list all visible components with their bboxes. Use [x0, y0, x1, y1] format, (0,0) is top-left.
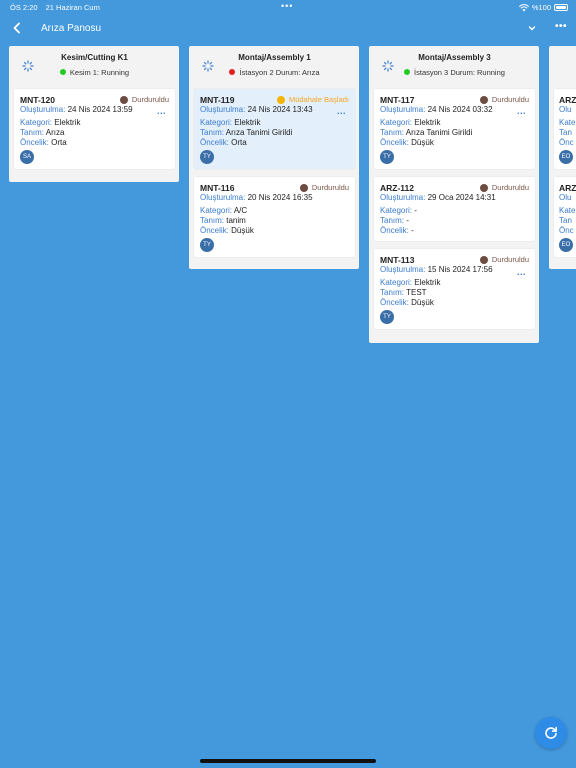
- avatar: SA: [20, 150, 34, 164]
- card-more-button[interactable]: ...: [157, 106, 166, 116]
- card-created: 20 Nis 2024 16:35: [247, 193, 313, 202]
- battery-percent: %100: [531, 3, 551, 12]
- card-id: MNT-116: [200, 182, 235, 193]
- card-id: MNT-120: [20, 94, 55, 105]
- avatar: TY: [380, 150, 394, 164]
- card-id: ARZ-112: [380, 182, 415, 193]
- battery-icon: [554, 4, 568, 11]
- status-badge: Müdahale Başladı: [276, 95, 349, 104]
- card-created: 29 Oca 2024 14:31: [427, 193, 496, 202]
- card-id: MNT-113: [380, 254, 415, 265]
- chevron-left-icon: [13, 22, 20, 34]
- status-badge: Durduruldu: [479, 183, 529, 192]
- card-created: 15 Nis 2024 17:56: [427, 265, 493, 274]
- status-dot: [59, 69, 66, 75]
- avatar: TY: [200, 150, 214, 164]
- status-badge: Durduruldu: [299, 183, 349, 192]
- column-header: Montaj/Assembly 1 İstasyon 2 Durum: Arız…: [194, 52, 355, 84]
- card-id: ARZ: [559, 182, 576, 193]
- column-title: Montaj/Assembly 1: [238, 53, 311, 62]
- fault-card[interactable]: MNT-117 Durduruldu Oluşturulma: 24 Nis 2…: [374, 89, 535, 169]
- board-column: Montaj/Assembly 3 İstasyon 3 Durum: Runn…: [369, 46, 539, 343]
- board-column: Montaj/Assembly 1 İstasyon 2 Durum: Arız…: [189, 46, 359, 269]
- status-date: 21 Haziran Cum: [45, 3, 100, 12]
- board-column-partial: ARZ Olu Kate Tan Önc EO ARZ Olu Kate Tan…: [549, 46, 576, 269]
- avatar: TY: [200, 238, 214, 252]
- column-header: Kesim/Cutting K1 Kesim 1: Running: [14, 52, 175, 84]
- home-indicator[interactable]: [200, 759, 376, 763]
- card-created: 24 Nis 2024 13:43: [247, 105, 313, 114]
- fault-card[interactable]: MNT-116 Durduruldu Oluşturulma: 20 Nis 2…: [194, 177, 355, 257]
- column-title: Montaj/Assembly 3: [418, 53, 491, 62]
- column-header: Montaj/Assembly 3 İstasyon 3 Durum: Runn…: [374, 52, 535, 84]
- more-menu-button[interactable]: •••: [555, 21, 567, 32]
- page-title: Arıza Panosu: [41, 23, 102, 34]
- chevron-down-icon[interactable]: [527, 22, 537, 34]
- status-dot: [404, 69, 411, 75]
- card-id: MNT-117: [380, 94, 415, 105]
- column-status: İstasyon 3 Durum: Running: [374, 68, 535, 77]
- status-bar: ÖS 2:20 21 Haziran Cum ••• %100: [0, 0, 576, 14]
- card-id: ARZ: [559, 94, 576, 105]
- status-badge: Durduruldu: [479, 255, 529, 264]
- card-created: 24 Nis 2024 13:59: [67, 105, 133, 114]
- refresh-button[interactable]: [535, 717, 567, 749]
- status-dot: [229, 69, 236, 75]
- refresh-icon: [545, 726, 557, 739]
- column-title: Kesim/Cutting K1: [61, 53, 128, 62]
- status-time: ÖS 2:20: [10, 3, 38, 12]
- back-button[interactable]: [10, 20, 24, 36]
- card-more-button[interactable]: ...: [337, 106, 346, 116]
- avatar: EO: [559, 150, 573, 164]
- fault-card[interactable]: ARZ Olu Kate Tan Önc EO: [554, 177, 576, 257]
- avatar: EO: [559, 238, 573, 252]
- status-badge: Durduruldu: [119, 95, 169, 104]
- fault-card[interactable]: MNT-113 Durduruldu Oluşturulma: 15 Nis 2…: [374, 249, 535, 329]
- column-status: Kesim 1: Running: [14, 68, 175, 77]
- status-badge: Durduruldu: [479, 95, 529, 104]
- card-more-button[interactable]: ...: [517, 267, 526, 277]
- column-status: İstasyon 2 Durum: Arıza: [194, 68, 355, 77]
- nav-bar: Arıza Panosu •••: [0, 16, 576, 42]
- card-more-button[interactable]: ...: [517, 106, 526, 116]
- card-created: 24 Nis 2024 03:32: [427, 105, 493, 114]
- fault-card[interactable]: MNT-119 Müdahale Başladı Oluşturulma: 24…: [194, 89, 355, 169]
- card-id: MNT-119: [200, 94, 235, 105]
- wifi-icon: [518, 3, 529, 11]
- multitask-dots[interactable]: •••: [281, 1, 293, 11]
- fault-card[interactable]: ARZ-112 Durduruldu Oluşturulma: 29 Oca 2…: [374, 177, 535, 241]
- fault-card[interactable]: ARZ Olu Kate Tan Önc EO: [554, 89, 576, 169]
- fault-card[interactable]: MNT-120 Durduruldu Oluşturulma: 24 Nis 2…: [14, 89, 175, 169]
- board-column: Kesim/Cutting K1 Kesim 1: Running MNT-12…: [9, 46, 179, 182]
- avatar: TY: [380, 310, 394, 324]
